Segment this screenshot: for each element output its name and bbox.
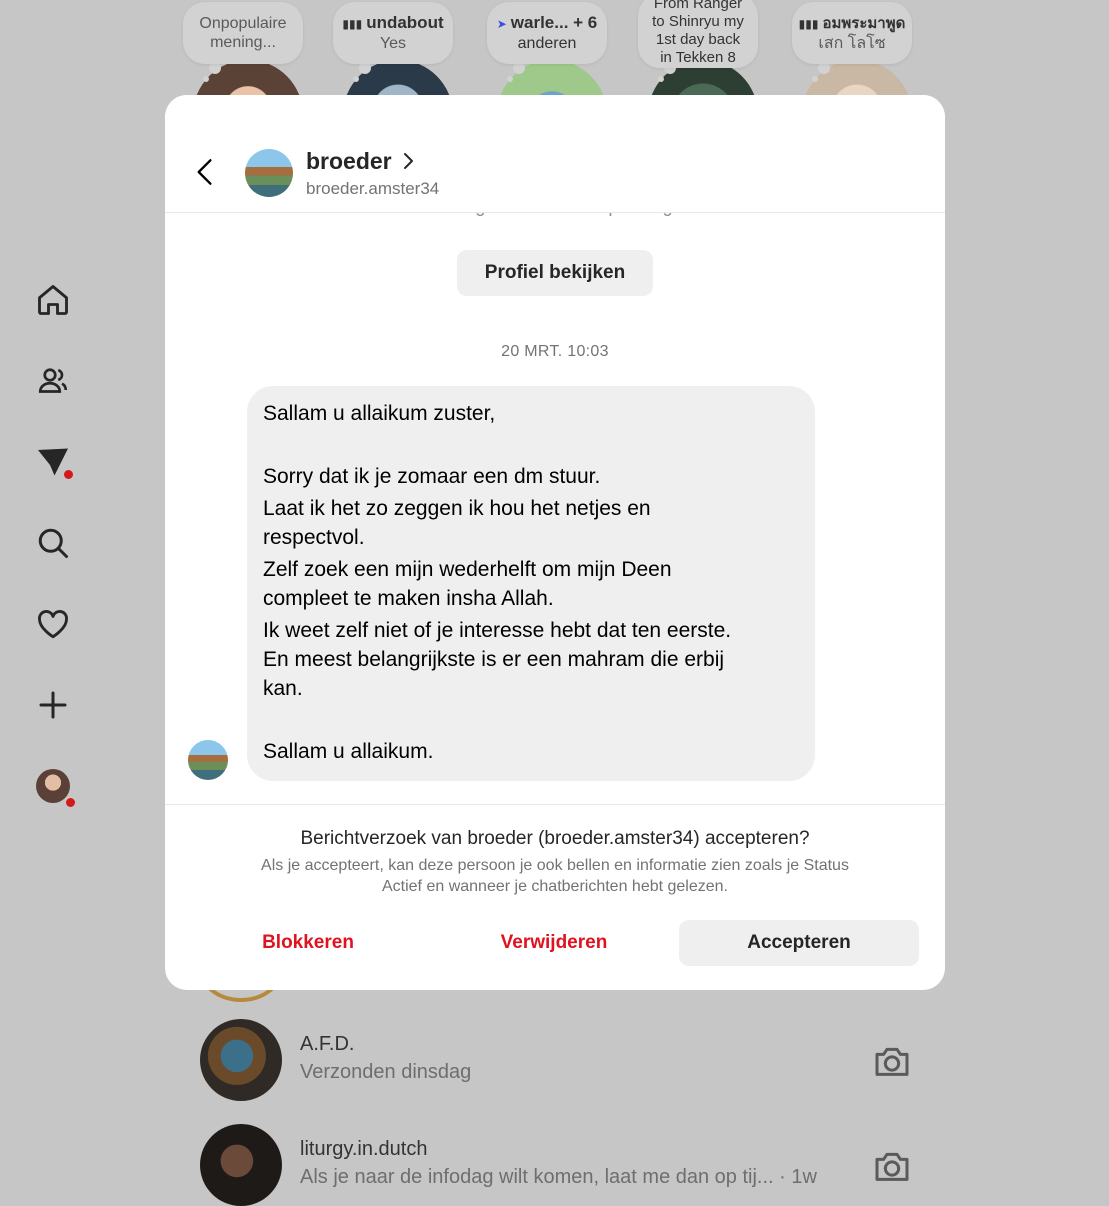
note-artist: เสก โลโซ [818,34,886,52]
contacts-icon[interactable] [28,356,78,406]
camera-icon[interactable] [872,1041,912,1081]
music-icon: ▮▮▮ [798,16,819,31]
message-line: En meest belangrijkste is er een mahram … [263,648,725,671]
thread-preview: Verzonden dinsdag [300,1061,472,1083]
camera-icon[interactable] [872,1146,912,1186]
note-text: in Tekken 8 [660,49,736,66]
message-bubble: Sallam u allaikum zuster, Sorry dat ik j… [247,386,815,781]
music-icon: ▮▮▮ [342,17,363,31]
note-text: 1st day back [655,31,741,48]
note-text: From Ranger [653,0,743,12]
thread-preview: Als je naar de infodag wilt komen, laat … [300,1166,817,1188]
note-bubble: ▮▮▮ undabout Yes [333,2,453,64]
note-bubble: Onpopulaire mening... [183,2,303,64]
note-text: mening... [210,34,276,51]
message-line: Laat ik het zo zeggen ik hou het netjes … [263,497,651,520]
notification-dot [66,798,75,807]
note-song: undabout [366,13,444,32]
thread-name: A.F.D. [300,1033,355,1055]
contact-name[interactable]: broeder [306,148,392,175]
note-others: anderen [517,35,577,52]
accept-button[interactable]: Accepteren [679,920,919,966]
location-arrow-icon: ➤ [496,17,507,31]
message-line: Sallam u allaikum. [263,740,434,763]
message-line: Zelf zoek een mijn wederhelft om mijn De… [263,558,672,581]
note-bubble: From Ranger to Shinryu my 1st day back i… [638,0,758,68]
message-line: kan. [263,677,303,700]
request-subtitle: Als je accepteert, kan deze persoon je o… [210,855,900,897]
note-bubble: ▮▮▮ อมพระมาพูด เสก โลโซ [792,2,912,64]
thread-row[interactable]: liturgy.in.dutch Als je naar de infodag … [200,1124,920,1206]
view-profile-button[interactable]: Profiel bekijken [457,250,653,296]
message-timestamp: 20 MRT. 10:03 [501,343,609,360]
notification-dot [64,470,73,479]
thread-row[interactable]: A.F.D. Verzonden dinsdag [200,1019,920,1101]
request-title: Berichtverzoek van broeder (broeder.amst… [300,828,810,849]
heart-icon[interactable] [28,599,78,649]
back-icon[interactable] [187,152,223,192]
message-line: compleet te maken insha Allah. [263,587,554,610]
request-subtitle-line: Actief en wanneer je chatberichten hebt … [381,878,728,895]
note-text: Onpopulaire [199,15,287,32]
message-line: Ik weet zelf niet of je interesse hebt d… [263,619,732,642]
chevron-right-icon[interactable] [401,151,415,171]
note-bubble: ➤ warle... + 6 anderen [487,2,607,64]
request-subtitle-line: Als je accepteert, kan deze persoon je o… [261,857,849,874]
note-location: warle... + 6 [510,13,598,32]
home-icon[interactable] [28,275,78,325]
dm-header: broeder broeder.amster34 [165,95,945,213]
note-text: to Shinryu my [652,13,744,30]
note-artist: Yes [379,35,407,52]
message-line: Sorry dat ik je zomaar een dm stuur. [263,465,601,488]
message-line: respectvol. [263,526,365,549]
profile-avatar[interactable] [28,761,78,811]
create-icon[interactable] [28,680,78,730]
thread-avatar [200,1019,282,1101]
sender-avatar[interactable] [188,740,228,780]
divider [165,804,945,805]
delete-button[interactable]: Verwijderen [441,920,667,966]
block-button[interactable]: Blokkeren [195,920,421,966]
message-line: Sallam u allaikum zuster, [263,402,496,425]
contact-avatar[interactable] [245,149,293,197]
message-request-modal: Jullie volgen elkaar niet op Instagram b… [165,95,945,990]
notes-row: Onpopulaire mening... ▮▮▮ undabout Yes ➤ w… [180,0,940,170]
messages-icon[interactable] [28,437,78,487]
search-icon[interactable] [28,518,78,568]
note-song: อมพระมาพูด [822,14,906,32]
thread-avatar [200,1124,282,1206]
contact-handle: broeder.amster34 [306,179,440,198]
thread-name: liturgy.in.dutch [300,1138,428,1160]
